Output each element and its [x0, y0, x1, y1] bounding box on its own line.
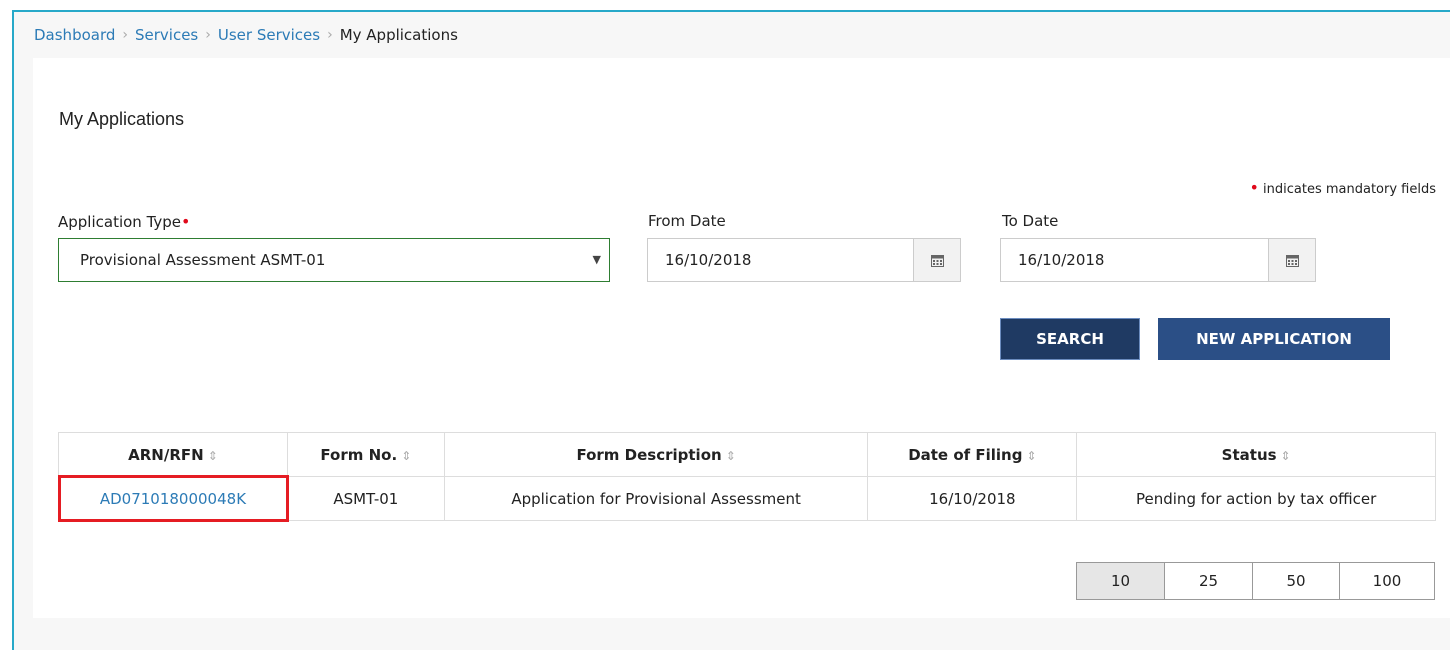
mandatory-dot-icon: •: [181, 212, 191, 231]
breadcrumb-user-services[interactable]: User Services: [218, 26, 320, 44]
from-date-label: From Date: [648, 212, 726, 230]
calendar-icon[interactable]: [913, 239, 960, 281]
new-application-button[interactable]: NEW APPLICATION: [1158, 318, 1390, 360]
chevron-down-icon: ▼: [592, 253, 601, 266]
page-size-option[interactable]: 25: [1164, 562, 1253, 600]
application-type-value: Provisional Assessment ASMT-01: [80, 251, 326, 269]
column-header-label: Date of Filing: [908, 445, 1023, 464]
column-header-status[interactable]: Status ⇕: [1076, 432, 1436, 477]
arn-link[interactable]: AD071018000048K: [100, 490, 246, 508]
column-header-label: Form No.: [320, 445, 398, 464]
calendar-icon[interactable]: [1268, 239, 1315, 281]
applications-table: ARN/RFN ⇕ Form No. ⇕ Form Description ⇕ Dat…: [58, 432, 1436, 521]
status-cell: Pending for action by tax officer: [1076, 476, 1436, 521]
breadcrumb-separator: ›: [122, 27, 128, 43]
column-header-label: ARN/RFN: [128, 445, 204, 464]
page-title: My Applications: [59, 109, 185, 129]
column-header-date-of-filing[interactable]: Date of Filing ⇕: [867, 432, 1078, 477]
breadcrumb-dashboard[interactable]: Dashboard: [34, 26, 115, 44]
form-description-cell: Application for Provisional Assessment: [443, 476, 869, 521]
column-header-arn[interactable]: ARN/RFN ⇕: [58, 432, 288, 477]
page-size-option[interactable]: 100: [1339, 562, 1435, 600]
mandatory-note: • indicates mandatory fields: [1249, 178, 1436, 197]
breadcrumb-separator: ›: [205, 27, 211, 43]
column-header-label: Form Description: [576, 445, 722, 464]
from-date-field[interactable]: 16/10/2018: [647, 238, 961, 282]
page-size-option[interactable]: 50: [1252, 562, 1340, 600]
application-type-select[interactable]: Provisional Assessment ASMT-01 ▼: [58, 238, 610, 282]
breadcrumb-current: My Applications: [339, 26, 458, 44]
to-date-field[interactable]: 16/10/2018: [1000, 238, 1316, 282]
arn-cell: AD071018000048K: [58, 476, 288, 521]
application-type-label: Application Type•: [58, 212, 190, 231]
breadcrumb-services[interactable]: Services: [135, 26, 198, 44]
table-header-row: ARN/RFN ⇕ Form No. ⇕ Form Description ⇕ Dat…: [58, 432, 1436, 477]
sort-icon[interactable]: ⇕: [726, 449, 736, 463]
breadcrumb-separator: ›: [327, 27, 333, 43]
breadcrumb: Dashboard › Services › User Services › M…: [34, 26, 458, 44]
sort-icon[interactable]: ⇕: [401, 449, 411, 463]
page-size-selector: 10 25 50 100: [1076, 562, 1435, 600]
column-header-form-no[interactable]: Form No. ⇕: [286, 432, 445, 477]
page-size-option[interactable]: 10: [1076, 562, 1165, 600]
sort-icon[interactable]: ⇕: [1281, 449, 1291, 463]
to-date-value: 16/10/2018: [1018, 251, 1105, 269]
mandatory-dot-icon: •: [1249, 178, 1259, 197]
mandatory-note-text: indicates mandatory fields: [1263, 182, 1436, 197]
search-button[interactable]: SEARCH: [1000, 318, 1140, 360]
sort-icon[interactable]: ⇕: [208, 449, 218, 463]
application-type-label-text: Application Type: [58, 213, 182, 231]
date-of-filing-cell: 16/10/2018: [867, 476, 1078, 521]
from-date-value: 16/10/2018: [665, 251, 752, 269]
column-header-form-description[interactable]: Form Description ⇕: [443, 432, 869, 477]
form-no-cell: ASMT-01: [286, 476, 445, 521]
column-header-label: Status: [1221, 445, 1277, 464]
sort-icon[interactable]: ⇕: [1026, 449, 1036, 463]
to-date-label: To Date: [1002, 212, 1059, 230]
table-row: AD071018000048K ASMT-01 Application for …: [58, 476, 1436, 521]
